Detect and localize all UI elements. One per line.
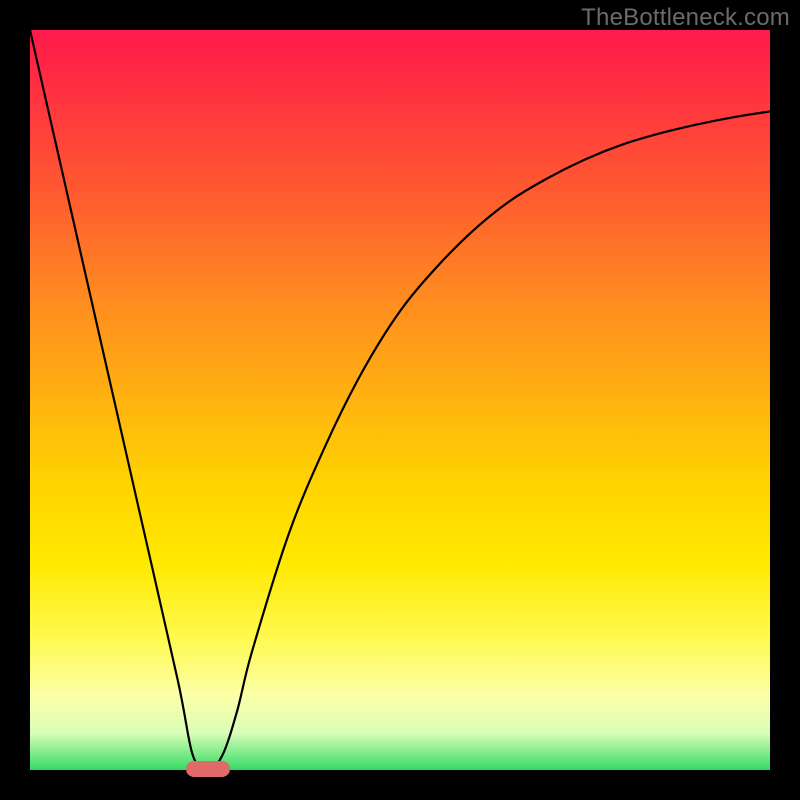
chart-frame: TheBottleneck.com — [0, 0, 800, 800]
plot-area — [30, 30, 770, 770]
minimum-marker — [186, 761, 230, 777]
watermark-text: TheBottleneck.com — [581, 4, 790, 32]
